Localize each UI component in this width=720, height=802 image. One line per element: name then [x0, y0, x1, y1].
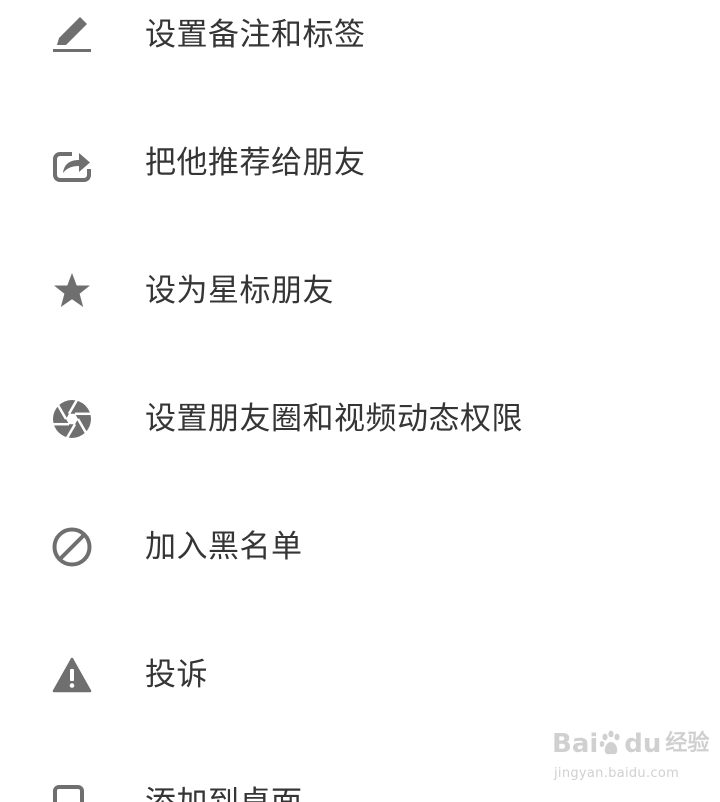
menu-item-label: 设置备注和标签 [145, 17, 366, 53]
menu-item-set-star-friend[interactable]: 设为星标朋友 [0, 256, 720, 326]
menu-item-complain[interactable]: 投诉 [0, 640, 720, 710]
contact-options-menu: 设置备注和标签 把他推荐给朋友 设为星标朋友 设置朋友圈和视频动态权限 加入黑名… [0, 0, 720, 802]
menu-item-add-to-desktop[interactable]: 添加到桌面 [0, 768, 720, 802]
menu-item-label: 添加到桌面 [145, 768, 303, 802]
menu-item-label: 设为星标朋友 [145, 273, 334, 309]
menu-item-label: 加入黑名单 [145, 529, 303, 565]
menu-item-recommend-to-friend[interactable]: 把他推荐给朋友 [0, 128, 720, 198]
menu-item-clip: 添加到桌面 [0, 768, 720, 802]
star-icon [52, 271, 92, 311]
menu-item-moments-permissions[interactable]: 设置朋友圈和视频动态权限 [0, 384, 720, 454]
pencil-icon [52, 15, 92, 55]
menu-item-label: 设置朋友圈和视频动态权限 [145, 401, 523, 437]
menu-item-label: 把他推荐给朋友 [145, 145, 366, 181]
menu-item-remark-and-tags[interactable]: 设置备注和标签 [0, 0, 720, 70]
menu-item-label: 投诉 [145, 657, 208, 693]
warning-icon [52, 655, 92, 695]
menu-item-add-to-blacklist[interactable]: 加入黑名单 [0, 512, 720, 582]
aperture-icon [52, 399, 92, 439]
share-icon [52, 143, 92, 183]
add-to-desktop-icon [52, 783, 92, 802]
block-icon [52, 527, 92, 567]
